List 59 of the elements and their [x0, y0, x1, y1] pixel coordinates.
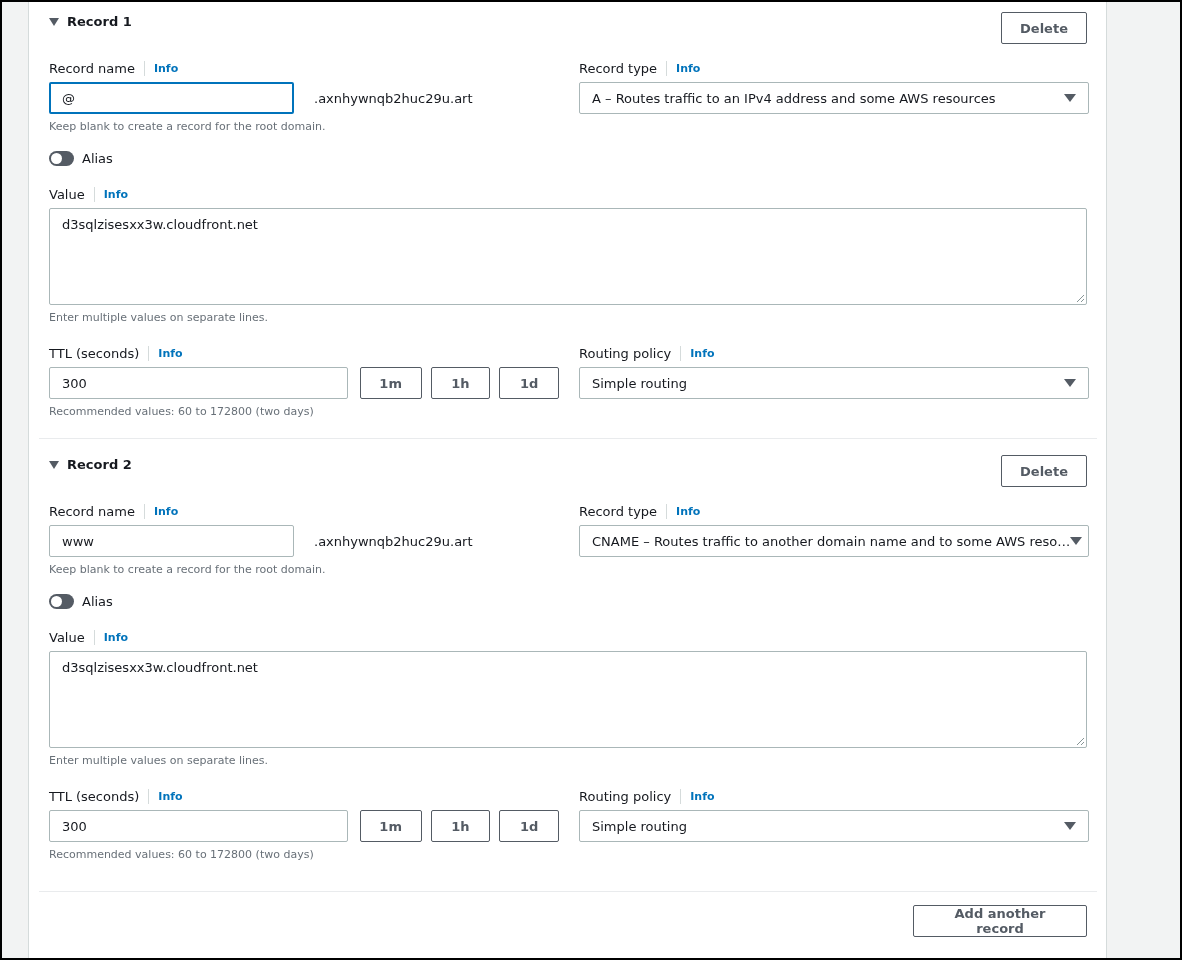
hint-text: Enter multiple values on separate lines. [49, 754, 270, 767]
value-textarea[interactable]: d3sqlzisesxx3w.cloudfront.net [49, 208, 1087, 305]
dropdown-caret-icon [1064, 379, 1076, 387]
info-link[interactable]: Info [149, 789, 183, 803]
field-label: TTL (seconds) [49, 788, 150, 804]
add-record-button[interactable]: Add another record [913, 905, 1087, 937]
info-link[interactable]: Info [144, 504, 179, 518]
ttl-field[interactable]: 300 [49, 810, 348, 842]
ttl-preset-button[interactable]: 1h [430, 810, 491, 842]
record-type-select[interactable]: A – Routes traffic to an IPv4 address and some AWS resources [579, 82, 1089, 114]
info-link[interactable]: Info [144, 61, 179, 75]
info-link[interactable]: Info [94, 630, 128, 644]
hint-text: Enter multiple values on separate lines. [49, 311, 270, 324]
ttl-preset-button[interactable]: 1m [359, 810, 422, 842]
hint-text: Keep blank to create a record for the root domain. [49, 120, 327, 133]
resize-grip-icon[interactable] [1076, 294, 1085, 303]
domain-suffix: .axnhywnqb2huc29u.art [314, 533, 473, 549]
info-link[interactable]: Info [149, 346, 183, 360]
ttl-preset-button[interactable]: 1d [499, 810, 559, 842]
ttl-preset-button[interactable]: 1d [499, 367, 559, 399]
info-link[interactable]: Info [667, 61, 701, 75]
alias-toggle[interactable] [49, 594, 74, 609]
value-textarea[interactable]: d3sqlzisesxx3w.cloudfront.net [49, 651, 1087, 748]
routing-policy-select[interactable]: Simple routing [579, 367, 1089, 399]
delete-button[interactable]: Delete [1001, 455, 1087, 487]
dropdown-caret-icon [1064, 94, 1076, 102]
toggle-label: Alias [82, 151, 113, 166]
info-link[interactable]: Info [681, 346, 715, 360]
dropdown-caret-icon [1070, 537, 1083, 545]
record-header[interactable]: Record 1 [49, 12, 132, 29]
field-label: Record type [579, 503, 668, 519]
hint-text: Recommended values: 60 to 172800 (two days) [49, 848, 315, 861]
record-name-field[interactable]: www [49, 525, 294, 557]
toggle-label: Alias [82, 594, 113, 609]
field-label: Value [49, 629, 95, 645]
field-label: TTL (seconds) [49, 345, 150, 361]
field-label: Record type [579, 60, 668, 76]
delete-button[interactable]: Delete [1001, 12, 1087, 44]
alias-toggle[interactable] [49, 151, 74, 166]
info-link[interactable]: Info [667, 504, 701, 518]
record-type-select[interactable]: CNAME – Routes traffic to another domain name and to some AWS reso… [579, 525, 1089, 557]
field-label: Routing policy [579, 788, 682, 804]
field-label: Routing policy [579, 345, 682, 361]
ttl-preset-button[interactable]: 1h [430, 367, 491, 399]
record-header[interactable]: Record 2 [49, 455, 132, 472]
info-link[interactable]: Info [681, 789, 715, 803]
resize-grip-icon[interactable] [1076, 737, 1085, 746]
info-link[interactable]: Info [94, 187, 128, 201]
ttl-preset-button[interactable]: 1m [359, 367, 422, 399]
hint-text: Keep blank to create a record for the root domain. [49, 563, 327, 576]
field-label: Value [49, 186, 95, 202]
ttl-field[interactable]: 300 [49, 367, 348, 399]
field-label: Record name [49, 503, 145, 519]
domain-suffix: .axnhywnqb2huc29u.art [314, 90, 473, 106]
record-name-field[interactable]: @ [49, 82, 294, 114]
dropdown-caret-icon [1064, 822, 1076, 830]
field-label: Record name [49, 60, 145, 76]
routing-policy-select[interactable]: Simple routing [579, 810, 1089, 842]
hint-text: Recommended values: 60 to 172800 (two days) [49, 405, 315, 418]
